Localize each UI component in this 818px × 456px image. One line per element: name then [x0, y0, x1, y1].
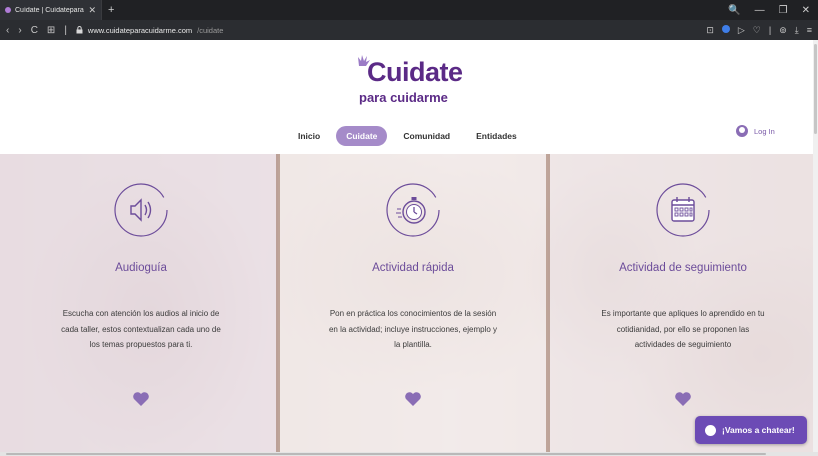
stopwatch-icon — [386, 183, 440, 237]
chat-label: ¡Vamos a chatear! — [722, 425, 795, 435]
main-nav: Inicio Cuidate Comunidad Entidades — [288, 126, 527, 146]
menu-icon[interactable]: ≡ — [807, 25, 812, 36]
card-title: Actividad de seguimiento — [619, 262, 747, 274]
user-avatar-icon — [736, 125, 748, 137]
snapshot-icon[interactable]: ⊡ — [706, 25, 714, 36]
card-audioguia[interactable]: Audioguía Escucha con atención los audio… — [6, 154, 276, 452]
calendar-icon — [656, 183, 710, 237]
site-logo[interactable]: Cuidate para cuidarme — [357, 55, 467, 113]
horizontal-scrollbar[interactable] — [0, 452, 818, 456]
address-bar: ‹ › C ⊞ | www.cuidateparacuidarme.com/cu… — [0, 20, 818, 40]
heart-icon[interactable]: ♡ — [753, 25, 761, 36]
minimize-button[interactable]: — — [755, 5, 765, 16]
new-tab-button[interactable]: + — [102, 4, 120, 16]
toolbar-separator: | — [64, 24, 67, 36]
toolbar-separator-right: | — [768, 24, 772, 35]
restore-button[interactable]: ❐ — [779, 5, 788, 16]
browser-tab[interactable]: Cuídate | Cuídateparacuid... ✕ — [0, 0, 102, 20]
login-button[interactable]: Log In — [736, 125, 775, 137]
nav-entidades[interactable]: Entidades — [466, 126, 527, 146]
heart-icon[interactable] — [132, 391, 150, 407]
url-field[interactable]: www.cuidateparacuidarme.com/cuidate — [76, 25, 224, 35]
speaker-icon — [114, 183, 168, 237]
site-header: Cuidate para cuidarme Inicio Cuidate Com… — [0, 40, 818, 154]
downloads-icon[interactable]: ⤓ — [795, 25, 799, 36]
site-favicon-icon — [5, 7, 11, 13]
card-text: Escucha con atención los audios al inici… — [61, 309, 221, 349]
extensions-icon[interactable]: ⊚ — [779, 25, 787, 36]
url-host: www.cuidateparacuidarme.com — [87, 25, 193, 35]
url-path: /cuidate — [197, 25, 224, 35]
back-button[interactable]: ‹ — [6, 25, 9, 36]
card-actividad-seguimiento[interactable]: Actividad de seguimiento Es importante q… — [548, 154, 818, 452]
vertical-scrollbar-thumb[interactable] — [814, 44, 817, 134]
chat-button[interactable]: ¡Vamos a chatear! — [695, 416, 807, 444]
logo-title: Cuidate — [367, 57, 463, 87]
close-window-button[interactable]: ✕ — [802, 5, 810, 16]
card-title: Audioguía — [115, 262, 167, 274]
browser-tab-bar: Cuídate | Cuídateparacuid... ✕ + 🔍 — ❐ ✕ — [0, 0, 818, 20]
lock-icon — [76, 26, 83, 34]
card-text: Es importante que apliques lo aprendido … — [601, 309, 765, 349]
speed-dial-icon[interactable]: ⊞ — [47, 25, 55, 36]
nav-inicio[interactable]: Inicio — [288, 126, 330, 146]
vpn-icon[interactable] — [721, 24, 730, 33]
search-tabs-icon[interactable]: 🔍 — [728, 5, 740, 16]
player-icon[interactable]: ▷ — [738, 25, 745, 36]
heart-icon[interactable] — [404, 391, 422, 407]
logo-subtitle: para cuidarme — [359, 90, 448, 105]
card-actividad-rapida[interactable]: Actividad rápida Pon en práctica los con… — [278, 154, 548, 452]
toolbar-right: ⊡ ▷ ♡ | ⊚ ⤓ ≡ — [706, 24, 812, 36]
reload-button[interactable]: C — [31, 25, 38, 36]
card-title: Actividad rápida — [372, 262, 454, 274]
card-text: Pon en práctica los conocimientos de la … — [328, 309, 498, 349]
tab-title: Cuídate | Cuídateparacuid... — [15, 6, 84, 14]
forward-button[interactable]: › — [18, 25, 21, 36]
horizontal-scrollbar-thumb[interactable] — [6, 453, 766, 455]
tab-close-icon[interactable]: ✕ — [88, 5, 96, 16]
nav-comunidad[interactable]: Comunidad — [393, 126, 460, 146]
nav-cuidate[interactable]: Cuidate — [336, 126, 388, 146]
feature-panels: Audioguía Escucha con atención los audio… — [0, 154, 818, 452]
window-controls: 🔍 — ❐ ✕ — [728, 5, 818, 16]
chat-bubble-icon — [705, 424, 716, 436]
vertical-scrollbar[interactable] — [813, 40, 818, 452]
login-label: Log In — [754, 126, 775, 136]
heart-icon[interactable] — [674, 391, 692, 407]
